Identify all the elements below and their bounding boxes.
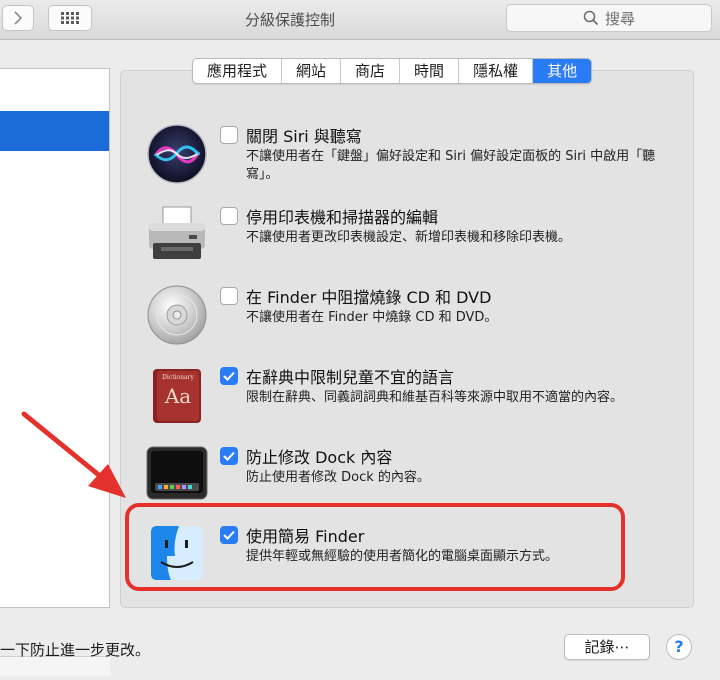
help-button[interactable]: ? [666, 634, 692, 660]
lock-hint-text: 一下防止進一步更改。 [0, 641, 151, 659]
logs-button[interactable]: 記錄⋯ [564, 634, 650, 660]
annotation-arrow-icon [21, 411, 126, 498]
